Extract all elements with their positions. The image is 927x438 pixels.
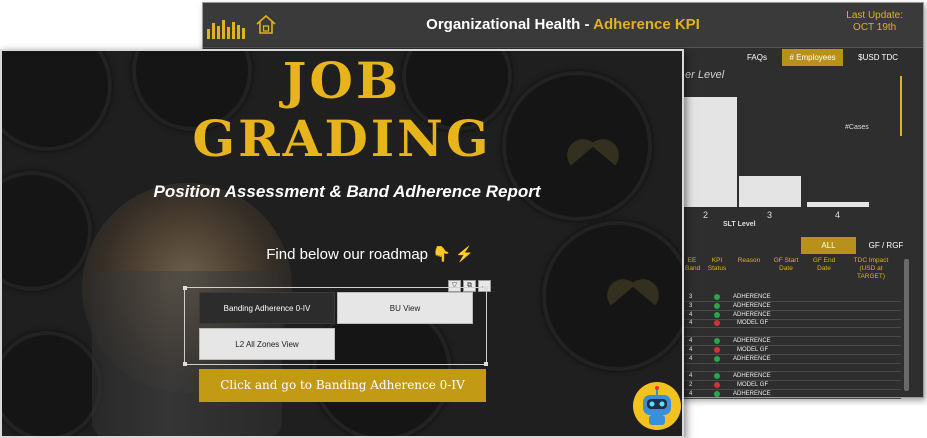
table-row[interactable] bbox=[683, 328, 901, 338]
status-alert-icon bbox=[714, 382, 720, 388]
status-ok-icon bbox=[714, 390, 720, 397]
table-row[interactable]: 4 ADHERENCE bbox=[683, 390, 901, 399]
filter-gf-rgf[interactable]: GF / RGF bbox=[861, 237, 911, 254]
x-tick-label: 3 bbox=[767, 210, 773, 220]
cell-ee-band: 4 bbox=[689, 311, 693, 318]
status-ok-icon bbox=[714, 311, 720, 318]
cell-reason: MODEL GF bbox=[737, 382, 769, 388]
cell-reason: ADHERENCE bbox=[733, 373, 771, 380]
title-line-2: GRADING bbox=[192, 109, 492, 168]
cell-reason: ADHERENCE bbox=[733, 338, 771, 344]
x-tick-label: 4 bbox=[835, 210, 841, 220]
metric-tabs: FAQs # Employees $USD TDC bbox=[736, 47, 905, 66]
cell-ee-band: 4 bbox=[689, 346, 693, 353]
status-ok-icon bbox=[714, 373, 720, 380]
table-scrollbar[interactable] bbox=[904, 259, 909, 391]
tab-employees[interactable]: # Employees bbox=[782, 49, 843, 66]
dashboard-title: Organizational Health - Adherence KPI bbox=[203, 16, 923, 33]
report-subtitle: Position Assessment & Band Adherence Rep… bbox=[153, 182, 541, 201]
dashboard-title-accent: Adherence KPI bbox=[593, 16, 700, 33]
table-row[interactable]: 4 MODEL GF bbox=[683, 319, 901, 329]
nav-l2-all-zones-button[interactable]: L2 All Zones View bbox=[199, 328, 335, 360]
col-header-tdc-impact: TDC Impact (USD at TARGET) bbox=[853, 257, 889, 280]
col-header-reason: Reason bbox=[737, 257, 761, 264]
bar-slt-level-2[interactable] bbox=[675, 97, 737, 207]
col-header-ee-band: EE Band bbox=[685, 257, 701, 272]
table-row[interactable]: 4 ADHERENCE bbox=[683, 311, 901, 320]
x-axis-label: SLT Level bbox=[723, 221, 756, 228]
bar-slt-level-4[interactable] bbox=[807, 201, 869, 207]
resize-handle[interactable] bbox=[183, 362, 187, 366]
last-update-date: OCT 19th bbox=[853, 22, 897, 33]
cell-reason: ADHERENCE bbox=[733, 302, 771, 309]
dashboard-header: Organizational Health - Adherence KPI La… bbox=[203, 3, 923, 48]
cell-ee-band: 3 bbox=[689, 294, 693, 300]
go-to-banding-adherence-button[interactable]: Click and go to Banding Adherence 0-IV bbox=[199, 369, 486, 402]
title-line-1: JOB bbox=[282, 51, 402, 110]
bar-slt-level-3[interactable] bbox=[739, 176, 801, 207]
tab-usd-tdc[interactable]: $USD TDC bbox=[851, 49, 905, 66]
last-update-label: Last Update: bbox=[846, 10, 903, 21]
cell-reason: ADHERENCE bbox=[733, 390, 771, 397]
nav-banding-adherence-button[interactable]: Banding Adherence 0-IV bbox=[199, 292, 335, 324]
table-row[interactable]: 3 ADHERENCE bbox=[683, 293, 901, 302]
job-grading-window: JOB GRADING Position Assessment & Band A… bbox=[0, 49, 684, 438]
status-alert-icon bbox=[714, 346, 720, 353]
cell-reason: MODEL GF bbox=[737, 346, 769, 353]
cell-reason: ADHERENCE bbox=[733, 355, 771, 362]
cell-ee-band: 4 bbox=[689, 355, 693, 362]
dashboard-title-prefix: Organizational Health - bbox=[426, 16, 590, 33]
nav-bu-view-button[interactable]: BU View bbox=[337, 292, 473, 324]
roadmap-text: Find below our roadmap 👇 ⚡ bbox=[266, 246, 474, 263]
tab-faqs[interactable]: FAQs bbox=[740, 49, 774, 66]
status-ok-icon bbox=[714, 338, 720, 344]
status-ok-icon bbox=[714, 355, 720, 362]
status-ok-icon bbox=[714, 294, 720, 300]
table-row[interactable]: 4 MODEL GF bbox=[683, 346, 901, 355]
cell-ee-band: 4 bbox=[689, 373, 693, 380]
table-row[interactable]: 3 ADHERENCE bbox=[683, 302, 901, 311]
cell-ee-band: 2 bbox=[689, 382, 693, 388]
filter-all[interactable]: ALL bbox=[801, 237, 856, 254]
cases-label: #Cases bbox=[845, 124, 869, 131]
cell-reason: MODEL GF bbox=[737, 320, 769, 327]
table-row[interactable] bbox=[683, 363, 901, 373]
chart-title: er Level bbox=[685, 69, 725, 81]
col-header-gf-start: GF Start Date bbox=[773, 257, 799, 272]
table-row[interactable]: 2 MODEL GF bbox=[683, 381, 901, 390]
cell-ee-band: 3 bbox=[689, 302, 693, 309]
status-alert-icon bbox=[714, 320, 720, 327]
col-header-kpi-status: KPI Status bbox=[707, 257, 727, 272]
col-header-gf-end: GF End Date bbox=[812, 257, 836, 272]
table-row[interactable]: 4 ADHERENCE bbox=[683, 337, 901, 346]
cell-ee-band: 4 bbox=[689, 320, 693, 327]
table-row[interactable]: 4 ADHERENCE bbox=[683, 372, 901, 382]
x-tick-label: 2 bbox=[703, 210, 709, 220]
cell-ee-band: 4 bbox=[689, 338, 693, 344]
table-row[interactable]: 4 ADHERENCE bbox=[683, 355, 901, 364]
cell-reason: ADHERENCE bbox=[733, 311, 771, 318]
axis-accent-line bbox=[900, 76, 902, 136]
chatbot-robot-icon[interactable] bbox=[632, 381, 682, 431]
status-ok-icon bbox=[714, 302, 720, 309]
last-update: Last Update: OCT 19th bbox=[846, 10, 903, 34]
resize-handle[interactable] bbox=[183, 286, 187, 290]
background-coin bbox=[2, 331, 102, 436]
resize-handle[interactable] bbox=[484, 286, 488, 290]
cell-reason: ADHERENCE bbox=[733, 294, 771, 300]
cell-ee-band: 4 bbox=[689, 390, 693, 397]
resize-handle[interactable] bbox=[484, 362, 488, 366]
